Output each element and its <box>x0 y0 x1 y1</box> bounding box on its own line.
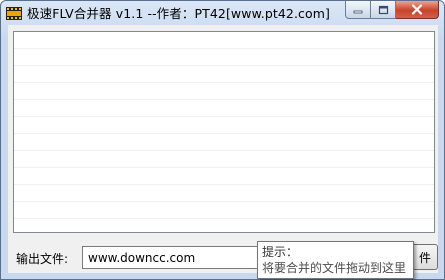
title-bar[interactable]: 极速FLV合并器 v1.1 --作者：PT42[www.pt42.com] <box>1 1 444 23</box>
minimize-button[interactable] <box>345 1 371 19</box>
minimize-icon <box>353 10 363 13</box>
window-title: 极速FLV合并器 v1.1 --作者：PT42[www.pt42.com] <box>27 6 331 21</box>
tooltip-text: 将要合并的文件拖动到这里 <box>262 261 407 275</box>
drag-hint-tooltip: 提示： 将要合并的文件拖动到这里 <box>257 241 414 279</box>
window-controls <box>345 1 439 20</box>
output-file-label: 输出文件: <box>16 252 69 266</box>
app-window: 极速FLV合并器 v1.1 --作者：PT42[www.pt42.com] 输出… <box>0 0 445 280</box>
close-button[interactable] <box>396 1 439 19</box>
client-area: 输出文件: 件 <box>8 25 438 273</box>
maximize-button[interactable] <box>371 1 396 19</box>
file-list-dropzone[interactable] <box>13 31 435 233</box>
tooltip-title: 提示： <box>262 245 299 259</box>
maximize-icon <box>378 5 388 14</box>
close-icon <box>411 4 423 15</box>
film-icon <box>6 5 22 20</box>
